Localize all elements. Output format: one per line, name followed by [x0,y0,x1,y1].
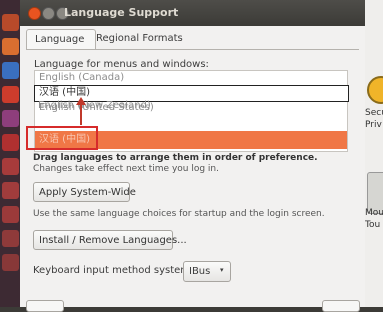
launcher-app-icon[interactable] [2,62,19,79]
close-button[interactable] [322,300,360,312]
language-section-label: Language for menus and windows: [34,59,209,70]
title-bar: Language Support [20,0,365,26]
keyboard-input-label: Keyboard input method system: [33,265,194,276]
list-item[interactable]: English (Canada) [35,71,347,85]
keyboard-input-select[interactable]: IBus ▾ [183,261,231,282]
launcher-app-icon[interactable] [2,134,19,151]
chevron-down-icon: ▾ [220,266,224,274]
tab-regional-formats[interactable]: Regional Formats [88,29,191,49]
launcher-app-icon[interactable] [2,254,19,271]
launcher-app-icon[interactable] [2,86,19,103]
apply-system-wide-button[interactable]: Apply System-Wide [33,182,136,202]
annotation-arrow [80,103,82,125]
launcher-app-icon[interactable] [2,14,19,31]
install-remove-languages-button[interactable]: Install / Remove Languages... [33,230,187,250]
restart-hint: Changes take effect next time you log in… [33,164,219,174]
bg-label: Secur [365,108,383,118]
launcher-app-icon[interactable] [2,206,19,223]
close-icon[interactable] [28,7,41,20]
launcher-app-icon[interactable] [2,182,19,199]
bg-label: Mou [365,208,383,218]
launcher-app-icon[interactable] [2,230,19,247]
apply-description: Use the same language choices for startu… [33,209,325,219]
bg-label: Priv [365,120,382,130]
window-title: Language Support [64,6,179,19]
launcher-bar [0,0,22,307]
keyboard-input-value: IBus [189,266,211,277]
launcher-app-icon[interactable] [2,158,19,175]
tab-language[interactable]: Language [26,29,96,50]
minimize-icon[interactable] [42,7,55,20]
launcher-app-icon[interactable] [2,110,19,127]
annotation-arrow-head [76,97,86,105]
security-icon [367,76,383,104]
bg-label: Tou [365,220,381,230]
launcher-app-icon[interactable] [2,38,19,55]
help-button[interactable] [26,300,64,312]
list-item[interactable]: English (New Zealand) [38,100,151,111]
drag-hint: Drag languages to arrange them in order … [33,153,318,163]
annotation-highlight-box [26,126,98,150]
